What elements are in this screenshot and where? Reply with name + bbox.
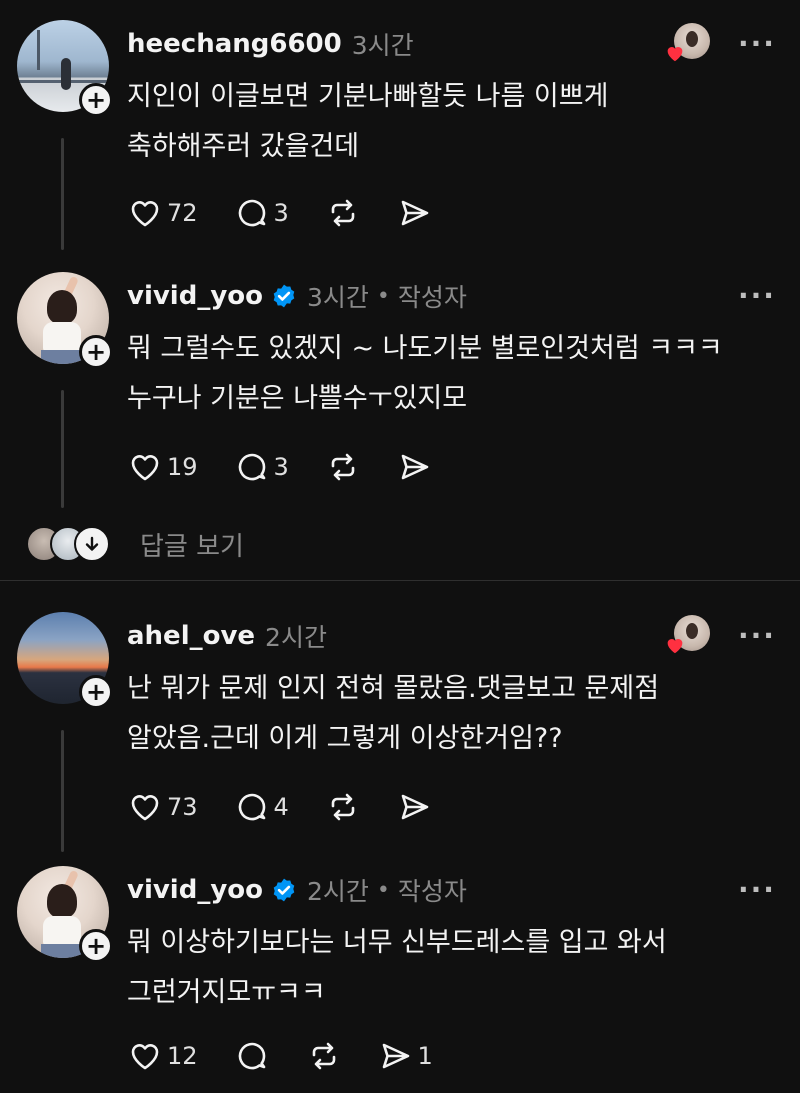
- comment-icon: [238, 453, 265, 481]
- repost-icon: [331, 199, 355, 227]
- repost-button[interactable]: [325, 195, 361, 231]
- post-body: 지인이 이글보면 기분나빠할듯 나름 이쁘게 축하해주러 갔을건데: [127, 72, 777, 172]
- post-4: + vivid_yoo 2시간 • 작성자 ··· 뭐 이상하기보다는 너무 신…: [0, 866, 800, 1093]
- divider: [0, 580, 800, 581]
- action-bar: 19 3: [127, 445, 469, 489]
- separator: •: [376, 877, 390, 903]
- body-line: 축하해주러 갔을건데: [127, 131, 360, 162]
- timestamp: 3시간: [351, 31, 414, 60]
- action-bar: 73 4: [127, 785, 469, 829]
- share-button[interactable]: [397, 789, 433, 825]
- repost-icon: [331, 453, 355, 481]
- timestamp: 2시간: [265, 623, 327, 652]
- comment-count: 3: [273, 453, 289, 481]
- avatar-mast: [37, 30, 40, 70]
- follow-plus-icon[interactable]: +: [79, 335, 113, 369]
- post-header: vivid_yoo 3시간 • 작성자: [127, 277, 467, 315]
- author-label: 작성자: [397, 877, 467, 906]
- timestamp: 3시간: [307, 283, 369, 312]
- view-replies[interactable]: 답글 보기: [26, 524, 244, 564]
- thread-line: [61, 138, 64, 250]
- repost-button[interactable]: [325, 449, 361, 485]
- share-count: 1: [417, 1042, 433, 1070]
- like-button[interactable]: 72: [127, 195, 198, 231]
- post-header: vivid_yoo 2시간 • 작성자: [127, 871, 467, 909]
- share-button[interactable]: [397, 195, 433, 231]
- username[interactable]: heechang6600: [127, 29, 342, 59]
- comment-count: 3: [273, 199, 289, 227]
- follow-plus-icon[interactable]: +: [79, 83, 113, 117]
- more-icon[interactable]: ···: [738, 30, 776, 58]
- comment-icon: [238, 793, 265, 821]
- verified-badge-icon: [273, 284, 295, 308]
- like-count: 73: [167, 793, 198, 821]
- repost-icon: [331, 793, 355, 821]
- follow-plus-icon[interactable]: +: [79, 675, 113, 709]
- post-body: 뭐 이상하기보다는 너무 신부드레스를 입고 와서 그런거지모ㅠㅋㅋ: [127, 918, 777, 1018]
- post-2: + vivid_yoo 3시간 • 작성자 ··· 뭐 그럴수도 있겠지 ~ 나…: [0, 272, 800, 512]
- post-1: + heechang6600 3시간 ··· 지인이 이글보면 기분나빠할듯 나…: [0, 20, 800, 250]
- heart-icon: [667, 639, 683, 654]
- like-count: 19: [167, 453, 198, 481]
- like-button[interactable]: 12: [127, 1038, 198, 1074]
- body-line: 알았음.근데 이게 그렇게 이상한거임??: [127, 723, 563, 754]
- action-bar: 72 3: [127, 191, 469, 235]
- share-icon: [382, 1043, 409, 1069]
- heart-icon: [131, 201, 159, 227]
- body-line: 난 뭐가 문제 인지 전혀 몰랐음.댓글보고 문제점: [127, 673, 660, 704]
- thread-line: [61, 730, 64, 852]
- post-body: 난 뭐가 문제 인지 전혀 몰랐음.댓글보고 문제점 알았음.근데 이게 그렇게…: [127, 664, 777, 764]
- arrow-down-icon: [74, 526, 110, 562]
- more-icon[interactable]: ···: [738, 282, 776, 310]
- body-line: 누구나 기분은 나쁠수ㅜ있지모: [127, 383, 468, 414]
- body-line: 뭐 그럴수도 있겠지 ~ 나도기분 별로인것처럼 ㅋㅋㅋ: [127, 333, 723, 364]
- share-icon: [401, 200, 429, 226]
- comment-icon: [238, 199, 265, 227]
- heart-icon: [131, 795, 159, 821]
- share-icon: [401, 454, 429, 480]
- heart-icon: [131, 455, 159, 481]
- repost-icon: [312, 1042, 335, 1070]
- action-bar: 12 1: [127, 1034, 469, 1078]
- share-button[interactable]: [397, 449, 433, 485]
- post-header: heechang6600 3시간: [127, 25, 414, 63]
- share-icon: [401, 794, 429, 820]
- more-icon[interactable]: ···: [738, 622, 776, 650]
- repost-button[interactable]: [325, 789, 361, 825]
- heart-icon: [667, 47, 683, 62]
- username[interactable]: vivid_yoo: [127, 281, 263, 311]
- comment-button[interactable]: 4: [234, 789, 289, 825]
- username[interactable]: ahel_ove: [127, 621, 255, 651]
- follow-plus-icon[interactable]: +: [79, 929, 113, 963]
- comment-button[interactable]: 3: [234, 449, 289, 485]
- share-button[interactable]: 1: [378, 1038, 433, 1074]
- post-body: 뭐 그럴수도 있겠지 ~ 나도기분 별로인것처럼 ㅋㅋㅋ 누구나 기분은 나쁠수…: [127, 324, 777, 424]
- separator: •: [376, 283, 390, 309]
- view-replies-label[interactable]: 답글 보기: [140, 526, 244, 563]
- avatar-person: [61, 58, 71, 90]
- repost-button[interactable]: [306, 1038, 342, 1074]
- verified-badge-icon: [273, 878, 295, 902]
- like-button[interactable]: 19: [127, 449, 198, 485]
- username[interactable]: vivid_yoo: [127, 875, 263, 905]
- like-count: 12: [167, 1042, 198, 1070]
- comment-button[interactable]: [234, 1038, 270, 1074]
- post-3: + ahel_ove 2시간 ··· 난 뭐가 문제 인지 전혀 몰랐음.댓글보…: [0, 612, 800, 852]
- like-count: 72: [167, 199, 198, 227]
- author-label: 작성자: [397, 283, 467, 312]
- body-line: 그런거지모ㅠㅋㅋ: [127, 977, 326, 1008]
- like-button[interactable]: 73: [127, 789, 198, 825]
- more-icon[interactable]: ···: [738, 876, 776, 904]
- timestamp: 2시간: [307, 877, 369, 906]
- comment-button[interactable]: 3: [234, 195, 289, 231]
- heart-icon: [131, 1044, 159, 1070]
- comment-count: 4: [273, 793, 289, 821]
- body-line: 뭐 이상하기보다는 너무 신부드레스를 입고 와서: [127, 927, 667, 958]
- body-line: 지인이 이글보면 기분나빠할듯 나름 이쁘게: [127, 81, 609, 112]
- comment-icon: [238, 1042, 265, 1070]
- post-header: ahel_ove 2시간: [127, 617, 327, 655]
- thread-line: [61, 390, 64, 508]
